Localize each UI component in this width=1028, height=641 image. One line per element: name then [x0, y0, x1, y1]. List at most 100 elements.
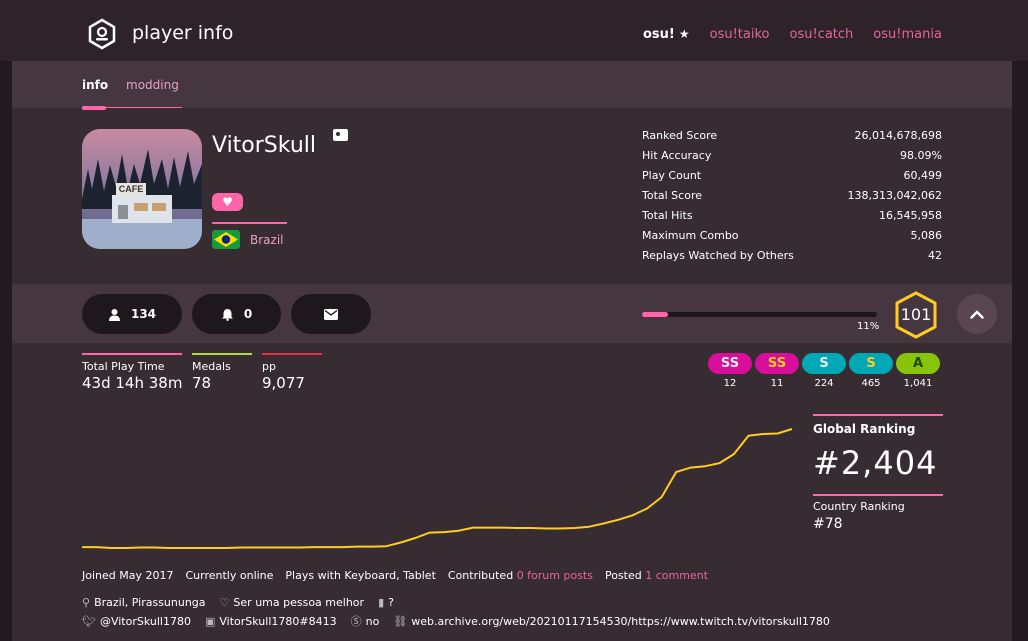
chevron-up-icon	[970, 309, 984, 319]
level-progress-bar	[642, 312, 877, 317]
stat-row: Play Count 60,499	[642, 169, 942, 189]
stat-label: Total Hits	[642, 209, 693, 222]
rank-history-line	[82, 428, 793, 549]
supporter-line	[212, 222, 287, 224]
avatar[interactable]: CAFE	[82, 129, 202, 249]
grade-count: 465	[861, 378, 881, 389]
pp-value: 9,077	[262, 374, 305, 392]
notifications-count: 0	[243, 307, 253, 321]
joined-date: Joined May 2017	[82, 569, 174, 582]
mode-catch[interactable]: osu!catch	[790, 27, 854, 42]
mode-switcher: osu! ★ osu!taiko osu!catch osu!mania	[643, 27, 962, 42]
profile-details-row: ⚲ Brazil, Pirassununga ♡ Ser uma pessoa me…	[82, 596, 394, 609]
rank-history-chart[interactable]	[82, 421, 802, 556]
contributed-text: Contributed 0 forum posts	[447, 569, 593, 582]
message-button[interactable]	[291, 294, 371, 334]
website-link[interactable]: web.archive.org/web/20210117154530/https…	[411, 615, 830, 628]
tab-active-indicator	[82, 106, 106, 110]
twitter-icon: 🐦︎	[82, 614, 96, 628]
stat-value: 42	[928, 249, 942, 262]
heart-outline-icon: ♡	[219, 596, 230, 609]
mode-taiko[interactable]: osu!taiko	[710, 27, 770, 42]
pp-stat: pp 9,077	[262, 353, 322, 392]
level-progress-label: 11%	[857, 321, 880, 332]
skype-item[interactable]: Ⓢno	[351, 613, 380, 629]
ranking-block: Global Ranking #2,404 Country Ranking #7…	[813, 414, 943, 532]
skype-icon: Ⓢ	[350, 615, 362, 628]
grade-sh: S 224	[800, 353, 848, 389]
page-title: player info	[132, 22, 234, 44]
level-progress-fill	[642, 312, 668, 317]
comments-link[interactable]: 1 comment	[645, 569, 708, 582]
twitter-handle[interactable]: @VitorSkull1780	[100, 615, 191, 628]
discord-handle[interactable]: VitorSkull1780#8413	[219, 615, 336, 628]
stat-label: Replays Watched by Others	[642, 249, 794, 262]
website-item[interactable]: ⛓ web.archive.org/web/20210117154530/http…	[393, 615, 830, 628]
stat-row: Hit Accuracy 98.09%	[642, 149, 942, 169]
level-value: 101	[900, 305, 932, 324]
rank-divider	[813, 494, 943, 496]
grade-count: 11	[770, 378, 784, 389]
forum-posts-link[interactable]: 0 forum posts	[517, 569, 593, 582]
username: VitorSkull	[212, 133, 317, 158]
briefcase-icon: ▮	[378, 596, 385, 609]
stat-row: Ranked Score 26,014,678,698	[642, 129, 942, 149]
profile-meta-row: Joined May 2017 Currently online Plays w…	[82, 569, 708, 582]
playstyle: Plays with Keyboard, Tablet	[285, 569, 436, 582]
player-info-icon	[88, 18, 116, 50]
stat-value: 60,499	[903, 169, 943, 182]
profile-card-icon[interactable]	[333, 129, 348, 141]
twitter-item[interactable]: 🐦︎ @VitorSkull1780	[82, 615, 191, 628]
followers-button[interactable]: 134	[82, 294, 182, 334]
bell-icon	[221, 308, 233, 321]
tab-modding[interactable]: modding	[126, 78, 179, 92]
notifications-button[interactable]: 0	[192, 294, 281, 334]
link-icon: ⛓	[393, 614, 408, 628]
stat-value: 138,313,042,062	[847, 189, 942, 202]
rank-divider	[813, 414, 943, 416]
grade-a: A 1,041	[894, 353, 942, 389]
play-time-label: Total Play Time	[82, 360, 165, 373]
grade-ssh: SS 12	[706, 353, 754, 389]
country-ranking-value: #78	[813, 516, 843, 532]
supporter-heart-icon[interactable]: ♥	[212, 193, 243, 211]
grade-count: 12	[723, 378, 737, 389]
play-time-bar	[82, 353, 182, 355]
global-ranking-label: Global Ranking	[813, 422, 916, 436]
stat-label: Maximum Combo	[642, 229, 739, 242]
collapse-button[interactable]	[957, 294, 997, 334]
medals-bar	[192, 353, 252, 355]
location-pin-icon: ⚲	[82, 596, 91, 609]
profile-links-row: 🐦︎ @VitorSkull1780 ▣ VitorSkull1780#8413 Ⓢ…	[82, 613, 830, 629]
pp-bar	[262, 353, 322, 355]
interests-text: Ser uma pessoa melhor	[233, 596, 365, 609]
interests-item: ♡ Ser uma pessoa melhor	[220, 596, 365, 609]
stat-row: Total Score 138,313,042,062	[642, 189, 942, 209]
brazil-flag-icon[interactable]	[212, 230, 240, 249]
stat-row: Total Hits 16,545,958	[642, 209, 942, 229]
grade-count: 224	[814, 378, 834, 389]
grade-badge: A	[896, 353, 940, 374]
discord-item[interactable]: ▣ VitorSkull1780#8413	[205, 615, 337, 628]
play-time-stat: Total Play Time 43d 14h 38m	[82, 353, 182, 392]
stat-row: Replays Watched by Others 42	[642, 249, 942, 269]
top-bar: player info osu! ★ osu!taiko osu!catch os…	[0, 0, 1028, 61]
stat-row: Maximum Combo 5,086	[642, 229, 942, 249]
stat-value: 26,014,678,698	[854, 129, 942, 142]
country-ranking-label: Country Ranking	[813, 500, 905, 513]
occupation-text: ?	[388, 596, 394, 609]
grade-badge: S	[802, 353, 846, 374]
location-text: Brazil, Pirassununga	[94, 596, 206, 609]
grade-badge: S	[849, 353, 893, 374]
online-status: Currently online	[185, 569, 274, 582]
medals-label: Medals	[192, 360, 231, 373]
stat-value: 5,086	[910, 229, 943, 242]
tab-info[interactable]: info	[82, 78, 108, 92]
country-name[interactable]: Brazil	[250, 233, 284, 247]
star-icon: ★	[678, 27, 690, 41]
pp-label: pp	[262, 360, 276, 373]
mode-mania[interactable]: osu!mania	[873, 27, 942, 42]
mode-osu[interactable]: osu! ★	[643, 27, 690, 42]
skype-handle[interactable]: no	[366, 615, 380, 628]
stat-label: Total Score	[642, 189, 702, 202]
